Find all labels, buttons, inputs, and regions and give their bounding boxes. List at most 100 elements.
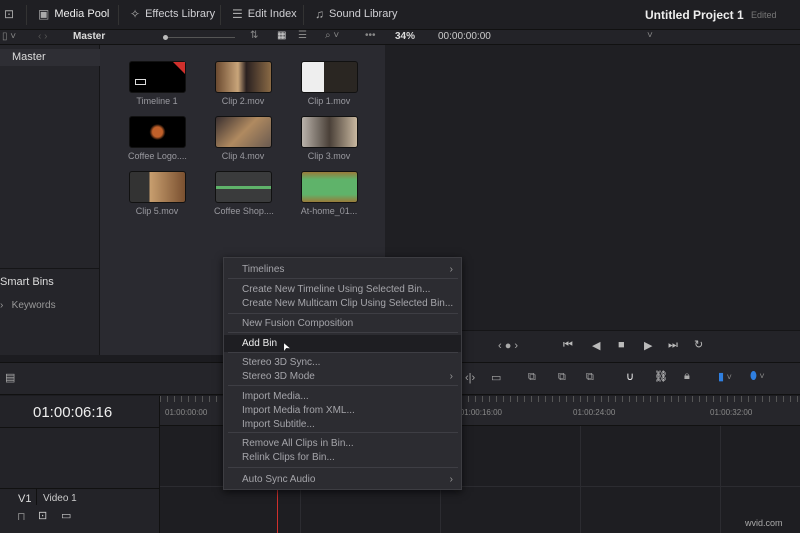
- sidebar-toggle-icon[interactable]: ▯ ˅: [2, 31, 16, 42]
- menu-item-stereo-3d-mode[interactable]: Stereo 3D Mode ›: [224, 369, 461, 384]
- menu-item-label: Create New Multicam Clip Using Selected …: [242, 298, 454, 309]
- media-pool-icon: ▣: [38, 7, 50, 21]
- ruler-label: 01:00:00:00: [165, 408, 208, 417]
- search-icon[interactable]: ⌕ ˅: [325, 30, 339, 41]
- reverse-icon[interactable]: ◀: [592, 339, 600, 352]
- flag-icon[interactable]: ▮ ˅: [718, 370, 732, 383]
- clip-item[interactable]: Clip 5.mov: [128, 171, 186, 216]
- lock-icon[interactable]: 🔒︎: [684, 370, 690, 383]
- timeline-timecode: 01:00:06:16: [33, 404, 113, 421]
- clip-item[interactable]: Timeline 1: [128, 61, 186, 106]
- project-title: Untitled Project 1: [645, 8, 744, 22]
- menu-item-auto-sync-audio[interactable]: Auto Sync Audio ›: [224, 472, 461, 487]
- nav-back-forward[interactable]: ‹ ›: [38, 31, 47, 42]
- menu-separator: [228, 332, 458, 333]
- skip-forward-icon[interactable]: ⏭: [668, 339, 678, 352]
- clip-item[interactable]: Clip 1.mov: [300, 61, 358, 106]
- clip-item[interactable]: Clip 2.mov: [214, 61, 272, 106]
- menu-item-create-new-multicam-clip-using-selected-bin[interactable]: Create New Multicam Clip Using Selected …: [224, 296, 461, 311]
- clip-item[interactable]: Clip 4.mov: [214, 116, 272, 161]
- grid-view-icon[interactable]: ▦: [277, 30, 286, 41]
- menu-item-label: Stereo 3D Sync...: [242, 357, 321, 368]
- menu-item-label: Import Media...: [242, 391, 309, 402]
- clip-thumbnail: [300, 61, 358, 93]
- menu-item-timelines[interactable]: Timelines ›: [224, 262, 461, 277]
- slip-icon[interactable]: ‹|›: [465, 372, 475, 384]
- sort-icon[interactable]: ⇅: [250, 30, 258, 41]
- clip-item[interactable]: Clip 3.mov: [300, 116, 358, 161]
- layout-icon[interactable]: ▤: [5, 371, 15, 384]
- clip-name: Coffee Logo....: [128, 151, 187, 161]
- blade-icon[interactable]: ▭: [491, 371, 501, 384]
- thumbnail-size-slider[interactable]: [163, 35, 235, 40]
- menu-item-import-subtitle[interactable]: Import Subtitle...: [224, 417, 461, 432]
- menu-separator: [228, 278, 458, 279]
- clip-name: Clip 1.mov: [307, 96, 351, 106]
- play-icon[interactable]: ▶: [644, 339, 652, 352]
- auto-select-icon[interactable]: ⊡: [38, 509, 47, 522]
- smart-bin-keywords[interactable]: › Keywords: [0, 300, 56, 311]
- menu-item-label: Remove All Clips in Bin...: [242, 438, 354, 449]
- chevron-right-icon: ›: [0, 300, 7, 311]
- overwrite-icon[interactable]: ⧉: [558, 371, 566, 384]
- clip-thumbnail: [214, 116, 272, 148]
- list-view-icon[interactable]: ☰: [298, 30, 307, 41]
- link-icon[interactable]: ⛓: [654, 370, 668, 383]
- menu-item-remove-all-clips-in-bin[interactable]: Remove All Clips in Bin...: [224, 436, 461, 451]
- menu-item-new-fusion-composition[interactable]: New Fusion Composition: [224, 316, 461, 331]
- more-icon[interactable]: •••: [365, 30, 376, 41]
- track-id: V1: [18, 493, 32, 505]
- clip-name: Clip 4.mov: [221, 151, 265, 161]
- bin-master[interactable]: Master: [0, 49, 100, 66]
- clip-thumbnail: [214, 61, 272, 93]
- track-visibility-icon[interactable]: ▭: [61, 509, 71, 522]
- skip-back-icon[interactable]: ⏮: [563, 339, 573, 352]
- clip-name: Coffee Shop....: [214, 206, 274, 216]
- insert-icon[interactable]: ⧉: [528, 371, 536, 384]
- menu-item-stereo-3d-sync[interactable]: Stereo 3D Sync...: [224, 355, 461, 370]
- menu-item-import-media-from-xml[interactable]: Import Media from XML...: [224, 403, 461, 418]
- chevron-right-icon: ›: [449, 264, 453, 275]
- context-menu: Timelines › Create New Timeline Using Sele…: [223, 257, 462, 490]
- tab-edit-index[interactable]: ☰ Edit Index: [232, 7, 297, 21]
- chevron-right-icon: ›: [449, 371, 453, 382]
- music-icon: ♫: [315, 7, 324, 21]
- clip-thumbnail: [128, 116, 186, 148]
- track-name[interactable]: Video 1: [43, 493, 77, 504]
- menu-separator: [228, 313, 458, 314]
- smart-bins-header[interactable]: Smart Bins: [0, 276, 54, 288]
- clip-thumbnail: [128, 171, 186, 203]
- timeline-header: 01:00:06:16 V1 Video 1 ⊓ ⊡ ▭: [0, 396, 160, 533]
- panel-toggle-button[interactable]: ⊡: [4, 7, 14, 21]
- menu-item-label: Stereo 3D Mode: [242, 371, 315, 382]
- loop-icon[interactable]: ↻: [694, 338, 703, 351]
- tab-sound-library[interactable]: ♫ Sound Library: [315, 7, 398, 21]
- zoom-level[interactable]: 34%: [395, 31, 415, 42]
- mouse-cursor-icon: ➤: [279, 340, 293, 353]
- tab-media-pool[interactable]: ▣ Media Pool: [38, 7, 109, 21]
- tab-effects-library[interactable]: ✧ Effects Library: [130, 7, 215, 21]
- list-icon: ☰: [232, 7, 243, 21]
- menu-separator: [228, 352, 458, 353]
- marker-icon[interactable]: ⬮ ˅: [750, 370, 765, 383]
- audio-waveform-thumbnail: [214, 171, 272, 203]
- stop-icon[interactable]: ■: [618, 339, 625, 351]
- snap-icon[interactable]: ∪: [626, 370, 634, 383]
- clip-item[interactable]: At-home_01...: [300, 171, 358, 216]
- menu-item-label: Import Subtitle...: [242, 419, 315, 430]
- menu-item-label: Auto Sync Audio: [242, 474, 316, 485]
- chevron-down-icon[interactable]: ˅: [647, 30, 653, 41]
- track-lock-icon[interactable]: ⊓: [17, 510, 26, 523]
- media-pool-toolbar: ▯ ˅ ‹ › Master ⇅ ▦ ☰ ⌕ ˅ ••• 34% 00:00:0…: [0, 30, 800, 45]
- menu-item-add-bin[interactable]: Add Bin ➤: [224, 335, 461, 353]
- clip-thumbnail: [128, 61, 186, 93]
- jog-control[interactable]: ‹ ● ›: [498, 340, 518, 352]
- clip-item[interactable]: Coffee Logo....: [128, 116, 187, 161]
- viewer-timecode: 00:00:00:00: [438, 31, 491, 42]
- menu-item-import-media[interactable]: Import Media...: [224, 389, 461, 404]
- menu-item-relink-clips-for-bin[interactable]: Relink Clips for Bin...: [224, 450, 461, 465]
- clip-name: Timeline 1: [136, 96, 178, 106]
- clip-item[interactable]: Coffee Shop....: [214, 171, 274, 216]
- menu-item-create-new-timeline-using-selected-bin[interactable]: Create New Timeline Using Selected Bin..…: [224, 282, 461, 297]
- replace-icon[interactable]: ⧉: [586, 371, 594, 384]
